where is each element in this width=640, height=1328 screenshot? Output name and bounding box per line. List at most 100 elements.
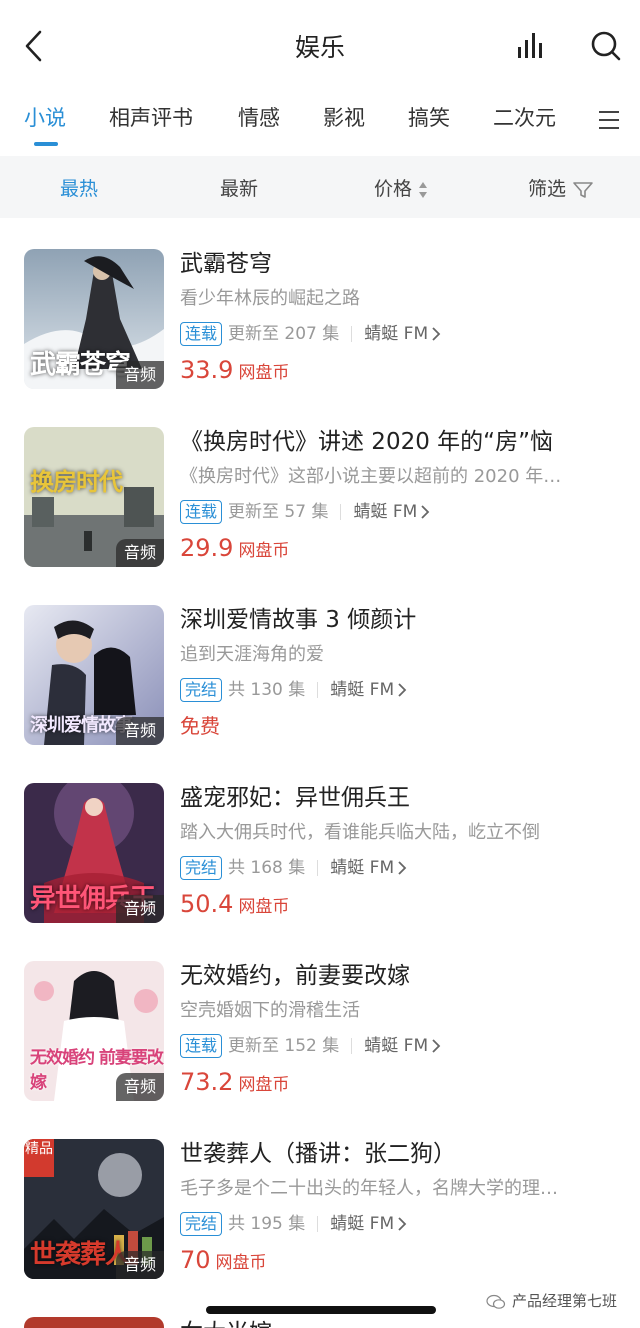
search-icon [591, 31, 621, 61]
item-meta: 连载 更新至 152 集 蜻蜓 FM [180, 1033, 620, 1059]
episode-count: 更新至 152 集 [228, 1036, 340, 1056]
item-title: 女大当嫁 [180, 1313, 272, 1328]
item-meta: 完结共 130 集 蜻蜓 FM [180, 677, 620, 703]
sort-filter-bar: 最热 最新 价格 筛选 [0, 156, 640, 218]
episode-count: 更新至 207 集 [228, 324, 340, 344]
item-price: 50.4 网盘币 [180, 889, 620, 919]
episode-count: 共 168 集 [228, 858, 306, 878]
list-item[interactable]: 无效婚约 前妻要改嫁 音频 无效婚约，前妻要改嫁 空壳婚姻下的滑稽生活 连载 更新… [0, 930, 640, 1108]
sort-new[interactable]: 最新 [220, 174, 258, 201]
item-meta: 连载 更新至 57 集 蜻蜓 FM [180, 499, 620, 525]
sort-price-label: 价格 [374, 178, 413, 200]
sort-hot-label: 最热 [60, 178, 99, 200]
tab-crosstalk[interactable]: 相声评书 [109, 102, 193, 132]
tab-comedy[interactable]: 搞笑 [408, 102, 450, 132]
book-cover: 无效婚约 前妻要改嫁 音频 [24, 961, 164, 1101]
chevron-right-icon [432, 1039, 441, 1053]
filter-button[interactable]: 筛选 [528, 174, 594, 201]
sort-updown-icon [419, 181, 428, 198]
divider [351, 326, 353, 342]
source-link[interactable]: 蜻蜓 FM [330, 1214, 394, 1234]
source-link[interactable]: 蜻蜓 FM [364, 324, 428, 344]
audio-badge: 音频 [116, 895, 164, 923]
status-badge: 连载 [180, 500, 223, 524]
item-price: 33.9 网盘币 [180, 355, 620, 385]
audio-badge: 音频 [116, 717, 164, 745]
item-description: 空壳婚姻下的滑稽生活 [180, 1000, 360, 1021]
status-badge: 完结 [180, 856, 223, 880]
watermark-text: 产品经理第七班 [512, 1292, 618, 1310]
book-cover: 深圳爱情故事 音频 [24, 605, 164, 745]
hamburger-menu-icon [599, 111, 619, 129]
book-cover: 精品 世袭葬人 音频 [24, 1139, 164, 1279]
tab-anime[interactable]: 二次元 [493, 102, 556, 132]
item-description: 毛子多是个二十出头的年轻人，名牌大学的理… [180, 1178, 558, 1199]
divider [351, 1038, 353, 1054]
item-info: 《换房时代》讲述 2020 年的“房”恼 《换房时代》这部小说主要以超前的 20… [180, 426, 620, 563]
chevron-right-icon [432, 327, 441, 341]
item-info: 无效婚约，前妻要改嫁 空壳婚姻下的滑稽生活 连载 更新至 152 集 蜻蜓 FM 7… [180, 960, 620, 1097]
tabs-menu-button[interactable] [596, 108, 622, 132]
list-item[interactable]: 深圳爱情故事 音频 深圳爱情故事 3 倾颜计 追到天涯海角的爱 完结共 130 … [0, 574, 640, 752]
item-meta: 完结共 195 集 蜻蜓 FM [180, 1211, 620, 1237]
price-free-label: 免费 [180, 714, 220, 738]
ranking-chart-button[interactable] [512, 28, 548, 64]
item-price: 免费 [180, 711, 620, 741]
sort-price[interactable]: 价格 [374, 174, 428, 201]
list-item[interactable]: 武霸苍穹 音频 武霸苍穹 看少年林辰的崛起之路 连载 更新至 207 集 蜻蜓 FM… [0, 218, 640, 396]
book-cover: 武霸苍穹 音频 [24, 249, 164, 389]
price-unit: 网盘币 [238, 363, 290, 383]
status-badge: 连载 [180, 322, 223, 346]
item-title: 无效婚约，前妻要改嫁 [180, 963, 410, 989]
source-link[interactable]: 蜻蜓 FM [330, 680, 394, 700]
watermark: 产品经理第七班 [482, 1290, 622, 1311]
source-link[interactable]: 蜻蜓 FM [330, 858, 394, 878]
book-cover [24, 1317, 164, 1328]
sort-hot[interactable]: 最热 [60, 174, 98, 201]
price-unit: 网盘币 [238, 1075, 290, 1095]
price-unit: 网盘币 [215, 1253, 267, 1273]
active-tab-indicator [34, 142, 58, 146]
tab-emotion[interactable]: 情感 [238, 102, 280, 132]
chevron-right-icon [398, 1217, 407, 1231]
item-meta: 连载 更新至 207 集 蜻蜓 FM [180, 321, 620, 347]
book-cover: 异世佣兵王 音频 [24, 783, 164, 923]
sort-new-label: 最新 [220, 178, 259, 200]
list-item[interactable]: 换房时代 音频 《换房时代》讲述 2020 年的“房”恼 《换房时代》这部小说主… [0, 396, 640, 574]
funnel-icon [573, 181, 593, 198]
price-value: 70 [180, 1246, 211, 1274]
divider [317, 1216, 319, 1232]
source-link[interactable]: 蜻蜓 FM [364, 1036, 428, 1056]
tab-novel[interactable]: 小说 [24, 102, 66, 132]
cover-title-text: 世袭葬人 [30, 1240, 131, 1270]
item-info: 世袭葬人（播讲：张二狗） 毛子多是个二十出头的年轻人，名牌大学的理… 完结共 1… [180, 1138, 620, 1275]
list-item[interactable]: 异世佣兵王 音频 盛宠邪妃：异世佣兵王 踏入大佣兵时代，看谁能兵临大陆，屹立不倒… [0, 752, 640, 930]
search-button[interactable] [586, 26, 626, 66]
book-cover: 换房时代 音频 [24, 427, 164, 567]
item-meta: 完结共 168 集 蜻蜓 FM [180, 855, 620, 881]
source-link[interactable]: 蜻蜓 FM [353, 502, 417, 522]
item-title: 世袭葬人（播讲：张二狗） [180, 1141, 456, 1167]
price-value: 33.9 [180, 356, 234, 384]
cover-title-text: 换房时代 [30, 467, 123, 496]
status-badge: 连载 [180, 1034, 223, 1058]
chevron-right-icon [421, 505, 430, 519]
tab-film[interactable]: 影视 [323, 102, 365, 132]
item-info: 武霸苍穹 看少年林辰的崛起之路 连载 更新至 207 集 蜻蜓 FM 33.9 网盘币 [180, 248, 620, 385]
price-unit: 网盘币 [238, 541, 290, 561]
premium-tag: 精品 [24, 1139, 54, 1177]
item-title: 武霸苍穹 [180, 251, 272, 277]
item-description: 《换房时代》这部小说主要以超前的 2020 年… [180, 466, 562, 487]
list-item[interactable]: 精品 世袭葬人 音频 世袭葬人（播讲：张二狗） 毛子多是个二十出头的年轻人，名牌… [0, 1108, 640, 1286]
item-title: 盛宠邪妃：异世佣兵王 [180, 785, 410, 811]
price-value: 73.2 [180, 1068, 234, 1096]
audio-badge: 音频 [116, 361, 164, 389]
top-nav-bar: 娱乐 [0, 0, 640, 92]
home-indicator[interactable] [206, 1306, 436, 1314]
audio-badge: 音频 [116, 1073, 164, 1101]
divider [340, 504, 342, 520]
chevron-right-icon [398, 683, 407, 697]
bar-chart-icon [518, 33, 542, 58]
status-badge: 完结 [180, 1212, 223, 1236]
item-price: 70 网盘币 [180, 1245, 620, 1275]
